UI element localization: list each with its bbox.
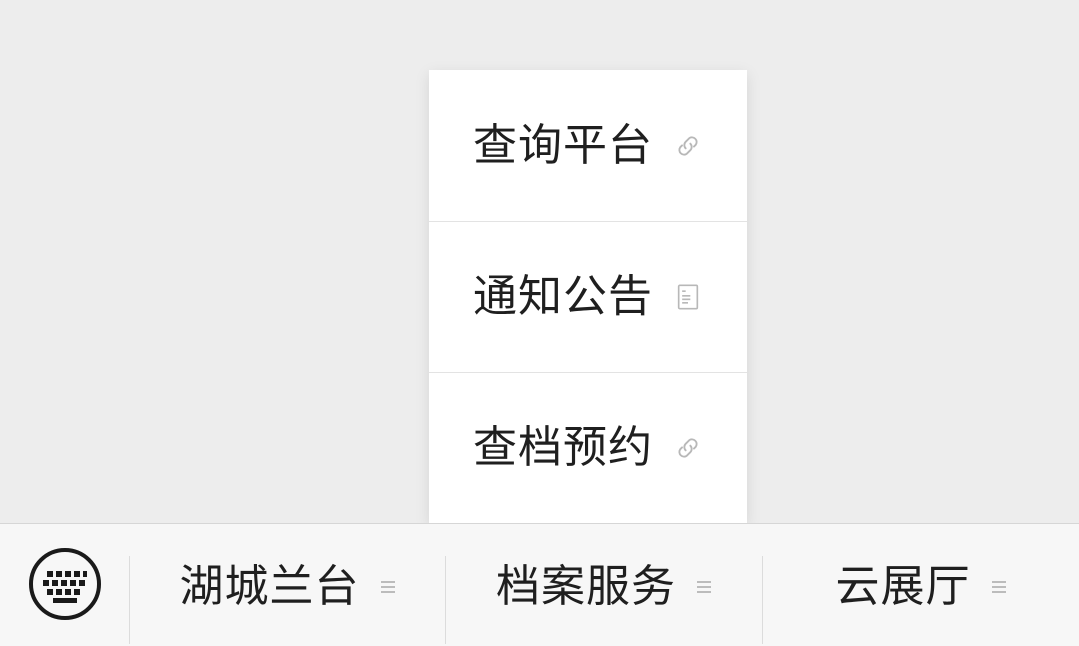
submenu-item-label: 查询平台 — [473, 119, 653, 171]
bottom-menu-bar: 湖城兰台 档案服务 云展厅 — [0, 523, 1079, 646]
menu-tab-hucheng-lantai[interactable]: 湖城兰台 — [130, 524, 445, 646]
menu-tab-label: 湖城兰台 — [179, 560, 360, 612]
document-icon — [673, 282, 703, 312]
menu-tab-cloud-exhibition[interactable]: 云展厅 — [763, 524, 1079, 646]
link-icon — [673, 131, 703, 161]
submenu-item-label: 查档预约 — [473, 422, 653, 473]
keyboard-icon — [28, 547, 102, 625]
submenu-item-notices[interactable]: 通知公告 — [429, 221, 747, 372]
submenu-item-label: 通知公告 — [473, 271, 653, 322]
menu-tab-label: 档案服务 — [496, 560, 676, 612]
menu-tab-archive-services[interactable]: 档案服务 — [446, 524, 762, 646]
submenu-item-appointment[interactable]: 查档预约 — [429, 372, 747, 523]
menu-icon — [696, 579, 712, 595]
link-icon — [673, 433, 703, 463]
chat-screen: 查询平台 通知公告 查档预约 湖城兰台 档案服务 云展厅 — [0, 0, 1079, 646]
menu-icon — [380, 579, 396, 595]
submenu-popup: 查询平台 通知公告 查档预约 — [429, 70, 747, 523]
submenu-item-query-platform[interactable]: 查询平台 — [429, 70, 747, 221]
menu-icon — [991, 579, 1007, 595]
menu-tab-label: 云展厅 — [835, 560, 971, 612]
keyboard-toggle-button[interactable] — [0, 524, 129, 646]
